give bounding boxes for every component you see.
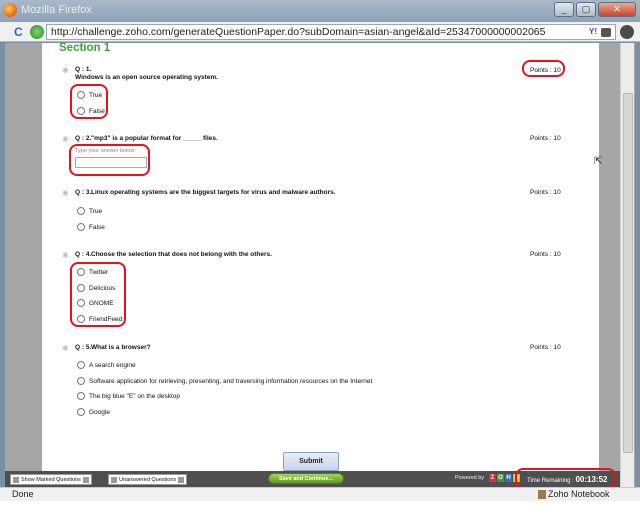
show-marked-button[interactable]: Show Marked Questions: [10, 474, 92, 485]
question-text: What is a browser?: [91, 344, 151, 351]
radio-button[interactable]: [77, 408, 85, 416]
title-bar: Mozilla Firefox _ ▢ ✕: [0, 0, 640, 22]
question-text: Windows is an open source operating syst…: [75, 74, 218, 81]
minimize-button[interactable]: _: [554, 2, 574, 17]
option[interactable]: Software application for retrieving, pre…: [77, 377, 372, 385]
highlight-ring: [522, 60, 565, 77]
url-text: http://challenge.zoho.com/generateQuesti…: [51, 26, 546, 38]
scrollbar[interactable]: [620, 43, 634, 487]
arrow-down-icon: [82, 476, 89, 483]
star-icon[interactable]: ✱: [62, 66, 69, 75]
highlight-ring: [515, 468, 616, 489]
status-text: Done: [12, 489, 34, 499]
star-icon[interactable]: ✱: [62, 251, 69, 260]
site-icon: [30, 25, 44, 39]
zoho-notebook-link[interactable]: Zoho Notebook: [548, 489, 610, 499]
reload-icon[interactable]: C: [14, 25, 23, 39]
question-text: "mp3" is a popular format for _____ file…: [91, 135, 218, 142]
powered-by-label: Powered by: [455, 475, 485, 481]
question-paper: [42, 43, 599, 487]
option[interactable]: A search engine: [77, 361, 136, 369]
save-and-continue-button[interactable]: Save and Continue...: [268, 473, 344, 484]
maximize-button[interactable]: ▢: [576, 2, 596, 17]
mouse-cursor-icon: ⇱: [594, 156, 603, 167]
radio-button[interactable]: [77, 207, 85, 215]
unanswered-button[interactable]: Unanswered Questions: [108, 474, 188, 485]
question-number: Q : 2.: [75, 135, 92, 142]
list-icon: [111, 476, 117, 483]
list-icon: [13, 476, 19, 483]
question-number: Q : 5.: [75, 344, 92, 351]
question-number: Q : 1.: [75, 66, 92, 73]
radio-button[interactable]: [77, 392, 85, 400]
points-label: Points : 10: [530, 344, 561, 351]
desktop-strip: [0, 501, 640, 518]
radio-button[interactable]: [77, 377, 85, 385]
star-icon[interactable]: ✱: [62, 189, 69, 198]
gear-icon[interactable]: [620, 25, 634, 39]
points-label: Points : 10: [530, 251, 561, 258]
browser-window: Mozilla Firefox _ ▢ ✕ C http://challenge…: [0, 0, 640, 518]
section-title: Section 1: [59, 42, 111, 54]
submit-button[interactable]: Submit: [283, 452, 339, 471]
points-label: Points : 10: [530, 135, 561, 142]
option[interactable]: False: [77, 223, 105, 231]
yahoo-icon[interactable]: Y!: [589, 27, 597, 36]
radio-button[interactable]: [77, 223, 85, 231]
question-text: Linux operating systems are the biggest …: [91, 189, 336, 196]
url-bar[interactable]: http://challenge.zoho.com/generateQuesti…: [46, 24, 616, 40]
window-title: Mozilla Firefox: [21, 4, 92, 16]
scrollbar-thumb[interactable]: [623, 93, 633, 453]
star-icon[interactable]: ✱: [62, 135, 69, 144]
highlight-ring: [70, 262, 126, 327]
status-bar: Done Zoho Notebook: [0, 487, 640, 501]
points-label: Points : 10: [530, 189, 561, 196]
radio-button[interactable]: [77, 361, 85, 369]
arrow-down-icon: [178, 476, 185, 483]
highlight-ring: [70, 84, 108, 119]
close-button[interactable]: ✕: [598, 2, 636, 17]
firefox-icon: [3, 3, 17, 17]
navigation-bar: C http://challenge.zoho.com/generateQues…: [0, 22, 640, 42]
question-number: Q : 4.: [75, 251, 92, 258]
question-number: Q : 3.: [75, 189, 92, 196]
option[interactable]: Google: [77, 408, 110, 416]
option[interactable]: True: [77, 207, 102, 215]
star-icon[interactable]: ✱: [62, 344, 69, 353]
option[interactable]: The big blue "E" on the desktop: [77, 392, 180, 400]
highlight-ring: [69, 144, 150, 176]
notebook-icon[interactable]: [538, 490, 546, 499]
question-text: Choose the selection that does not belon…: [91, 251, 272, 258]
dropdown-icon[interactable]: [601, 28, 611, 37]
